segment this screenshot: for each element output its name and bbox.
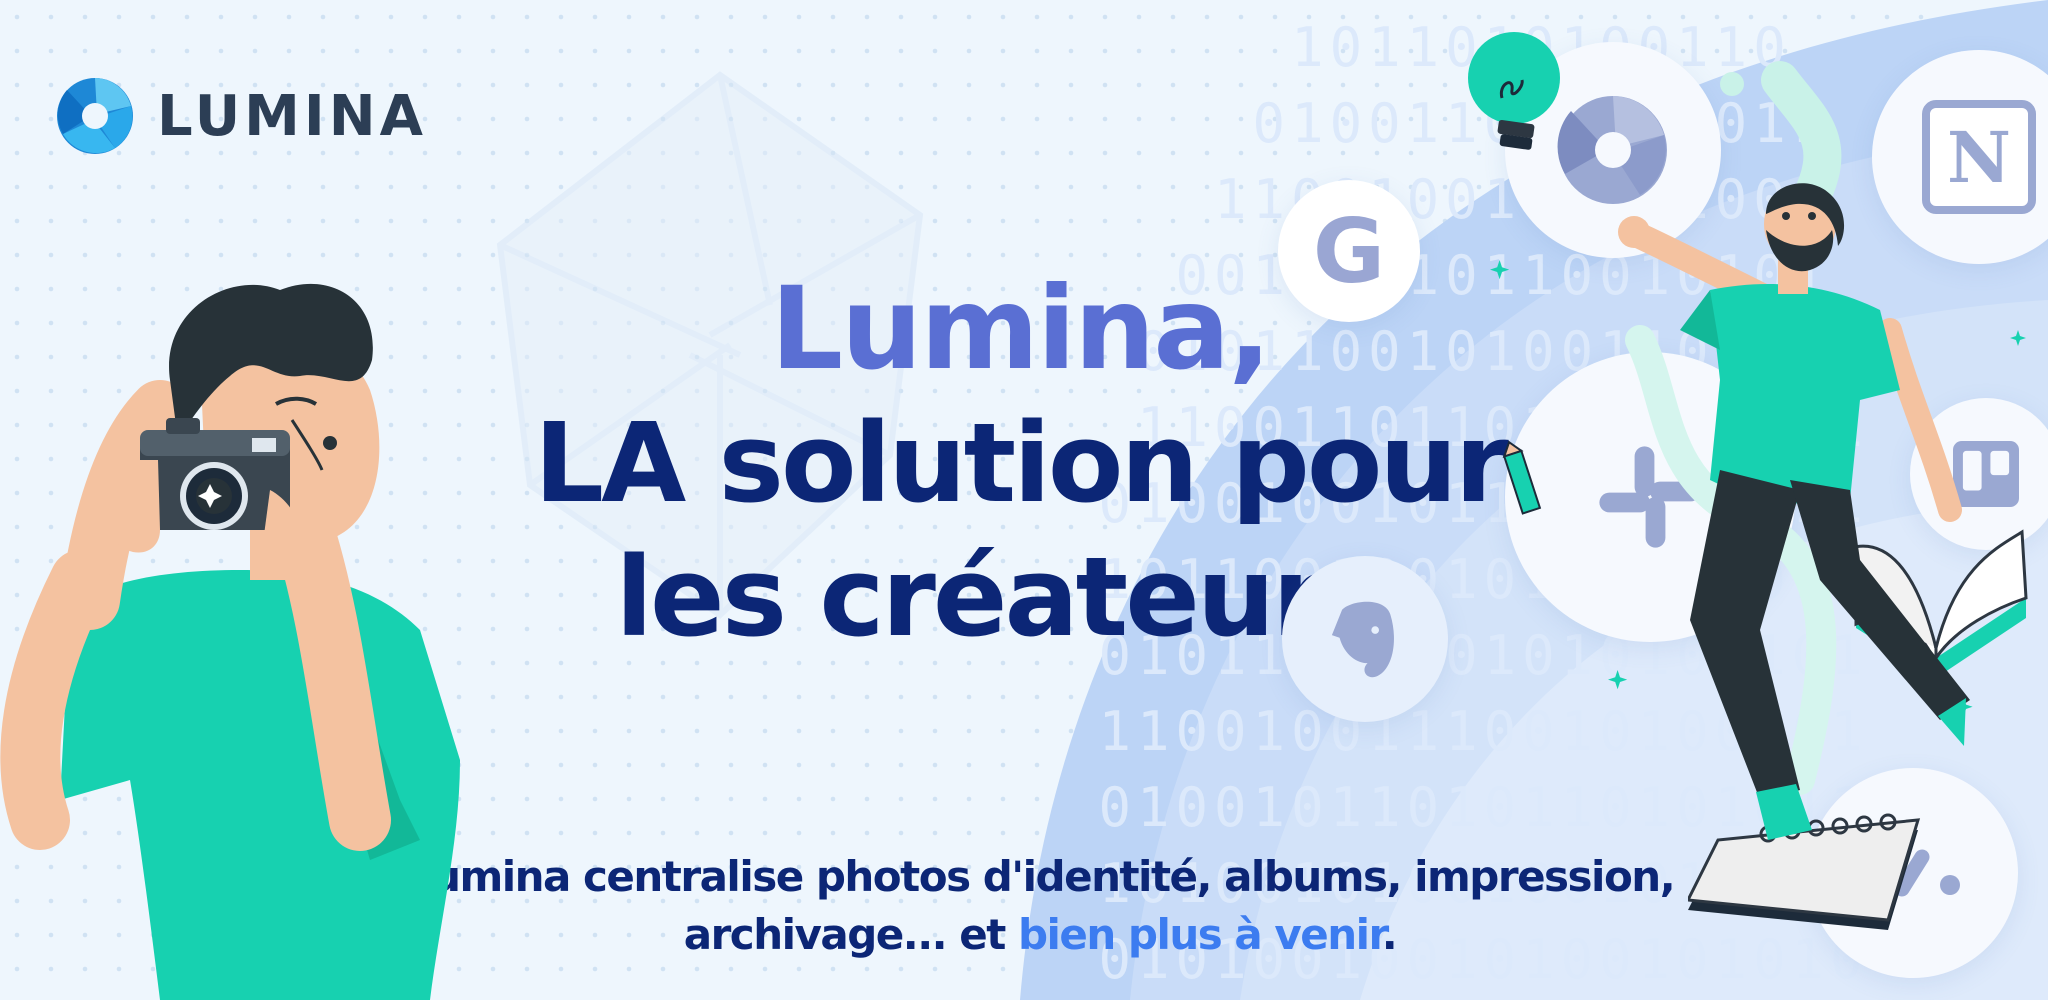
photographer-illustration <box>0 283 460 1000</box>
subtitle-part-2: archivage... et <box>683 910 1018 959</box>
evernote-bubble[interactable] <box>1282 556 1448 722</box>
subtitle-end: . <box>1381 910 1398 959</box>
lightbulb-icon <box>1468 32 1560 150</box>
google-icon: G <box>1312 199 1386 303</box>
brand-name: LUMINA <box>157 83 427 149</box>
jumping-person-illustration <box>1618 183 1970 840</box>
evernote-icon <box>1331 601 1394 678</box>
subtitle-highlight[interactable]: bien plus à venir <box>1018 910 1383 959</box>
hero-line-2: LA solution pour <box>534 399 1509 527</box>
brand[interactable]: LUMINA <box>55 76 427 156</box>
lumina-aperture-logo-icon <box>57 78 133 154</box>
subtitle-part-1: Lumina centralise photos d'identité, alb… <box>405 852 1676 901</box>
subtitle: Lumina centralise photos d'identité, alb… <box>330 848 1750 964</box>
google-bubble[interactable]: G <box>1278 180 1420 322</box>
